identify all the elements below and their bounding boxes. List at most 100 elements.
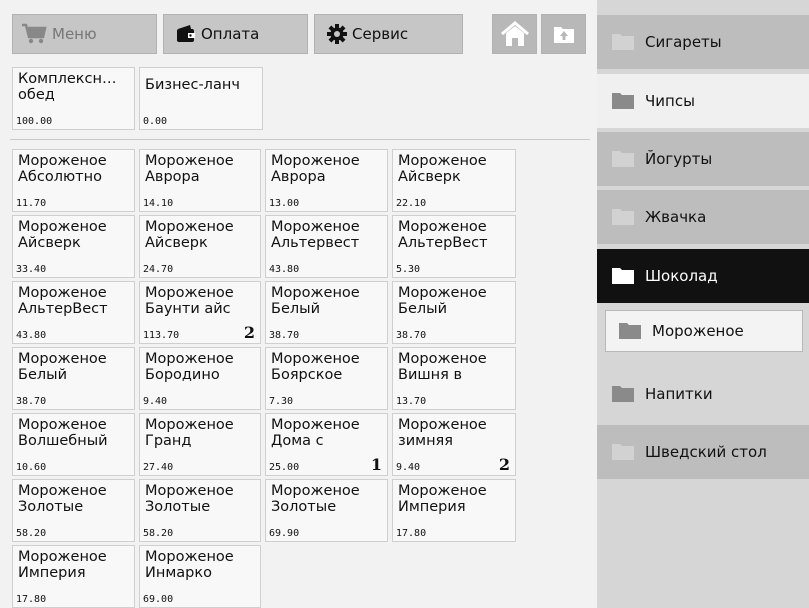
- tile-price: 38.70: [396, 330, 427, 341]
- product-tile[interactable]: Мороженое Белый 38.70: [392, 281, 516, 344]
- category-sidebar: Сигареты Чипсы Йогурты Жвачка Шоколад Морожен…: [597, 0, 809, 608]
- tile-price: 0.00: [143, 116, 168, 127]
- tile-quantity-badge: 2: [243, 323, 255, 342]
- category-label: Шоколад: [645, 267, 718, 285]
- tile-name-line2: Белый: [18, 367, 68, 383]
- product-tile[interactable]: Мороженое Гранд 27.40: [139, 413, 261, 476]
- tile-name-line2: Империя: [398, 499, 466, 515]
- tile-name-line2: Боярское: [271, 367, 343, 383]
- tile-name-line2: Золотые: [18, 499, 84, 515]
- tile-name-line1: Мороженое: [398, 417, 487, 433]
- folder-icon: [611, 385, 635, 403]
- product-tile[interactable]: Мороженое Айсверк 24.70: [139, 215, 261, 278]
- tile-name-line2: Бородино: [145, 367, 220, 383]
- category-label: Шведский стол: [645, 443, 767, 461]
- product-tile[interactable]: Мороженое Баунти айс 113.70 2: [139, 281, 261, 344]
- pay-button[interactable]: Оплата: [163, 14, 308, 54]
- tile-name-line2: Баунти айс: [145, 301, 231, 317]
- tile-name-line1: Мороженое: [271, 219, 360, 235]
- tile-price: 33.40: [16, 264, 47, 275]
- product-tile[interactable]: Мороженое зимняя 9.40 2: [392, 413, 516, 476]
- tile-name-line1: Мороженое: [271, 285, 360, 301]
- tile-price: 9.40: [396, 462, 421, 473]
- product-tile[interactable]: Мороженое Абсолютно 11.70: [12, 149, 135, 212]
- product-tile[interactable]: Мороженое Вишня в 13.70: [392, 347, 516, 410]
- pay-button-label: Оплата: [201, 25, 260, 43]
- gear-icon: [327, 24, 347, 44]
- tile-name-line1: Мороженое: [18, 351, 107, 367]
- tile-price: 69.90: [269, 528, 300, 539]
- tile-quantity-badge: 1: [370, 455, 382, 474]
- product-tile[interactable]: Мороженое Империя 17.80: [392, 479, 516, 542]
- product-tile[interactable]: Мороженое Белый 38.70: [265, 281, 388, 344]
- service-button[interactable]: Сервис: [314, 14, 463, 54]
- folder-up-button[interactable]: [541, 14, 586, 54]
- combo-tile[interactable]: Бизнес-ланч 0.00: [139, 67, 263, 130]
- category-label: Чипсы: [645, 92, 695, 110]
- tile-price: 43.80: [16, 330, 47, 341]
- tile-name-line2: Аврора: [145, 169, 200, 185]
- home-icon: [500, 21, 530, 47]
- product-tile[interactable]: Мороженое Золотые 69.90: [265, 479, 388, 542]
- product-tile[interactable]: Мороженое Бородино 9.40: [139, 347, 261, 410]
- tile-name-line2: Империя: [18, 565, 86, 581]
- tile-name-line2: зимняя: [398, 433, 453, 449]
- category-label: Йогурты: [645, 150, 713, 168]
- category-item[interactable]: Чипсы: [597, 74, 809, 128]
- tile-name-line2: Вишня в: [398, 367, 462, 383]
- product-tile[interactable]: Мороженое Инмарко 69.00: [139, 545, 261, 608]
- folder-icon: [611, 443, 635, 461]
- product-tile[interactable]: Мороженое Золотые 58.20: [12, 479, 135, 542]
- product-tile[interactable]: Мороженое АльтерВест 5.30: [392, 215, 516, 278]
- tile-name-line1: Мороженое: [398, 219, 487, 235]
- tile-name-line1: Комплексн…: [18, 71, 117, 87]
- product-tile[interactable]: Мороженое Боярское 7.30: [265, 347, 388, 410]
- category-item[interactable]: Шведский стол: [597, 425, 809, 479]
- folder-icon: [618, 322, 642, 340]
- tile-price: 38.70: [16, 396, 47, 407]
- product-tile[interactable]: Мороженое Аврора 14.10: [139, 149, 261, 212]
- product-tile[interactable]: Мороженое Золотые 58.20: [139, 479, 261, 542]
- product-tile[interactable]: Мороженое Айсверк 33.40: [12, 215, 135, 278]
- category-item[interactable]: Сигареты: [597, 15, 809, 69]
- service-button-label: Сервис: [352, 25, 409, 43]
- combo-tile[interactable]: Комплексн… обед 100.00: [12, 67, 135, 130]
- tile-price: 43.80: [269, 264, 300, 275]
- category-item[interactable]: Йогурты: [597, 132, 809, 186]
- tile-price: 10.60: [16, 462, 47, 473]
- category-item[interactable]: Мороженое: [605, 310, 803, 352]
- category-item[interactable]: Напитки: [597, 367, 809, 421]
- tile-price: 38.70: [269, 330, 300, 341]
- tile-price: 5.30: [396, 264, 421, 275]
- category-item[interactable]: Жвачка: [597, 190, 809, 244]
- tile-name-line2: Золотые: [271, 499, 337, 515]
- tile-name-line2: Белый: [398, 301, 448, 317]
- tile-price: 27.40: [143, 462, 174, 473]
- tile-name-line1: Мороженое: [18, 285, 107, 301]
- product-tile[interactable]: Мороженое Дома с 25.00 1: [265, 413, 388, 476]
- tile-name-line2: Дома с: [271, 433, 324, 449]
- product-tile[interactable]: Мороженое Волшебный 10.60: [12, 413, 135, 476]
- tile-price: 69.00: [143, 594, 174, 605]
- tile-name-line1: Мороженое: [271, 483, 360, 499]
- product-tile[interactable]: Мороженое Альтервест 43.80: [265, 215, 388, 278]
- category-label: Жвачка: [645, 208, 707, 226]
- tile-name-line2: Инмарко: [145, 565, 212, 581]
- product-tile[interactable]: Мороженое Империя 17.80: [12, 545, 135, 608]
- menu-button[interactable]: Меню: [12, 14, 157, 54]
- tile-name-line2: Альтервест: [271, 235, 360, 251]
- tile-price: 9.40: [143, 396, 168, 407]
- product-tile[interactable]: Мороженое АльтерВест 43.80: [12, 281, 135, 344]
- tile-price: 13.70: [396, 396, 427, 407]
- tile-price: 100.00: [16, 116, 53, 127]
- tile-name-line2: Белый: [271, 301, 321, 317]
- home-button[interactable]: [492, 14, 537, 54]
- category-label: Сигареты: [645, 33, 722, 51]
- category-item[interactable]: Шоколад: [597, 249, 809, 303]
- product-tile[interactable]: Мороженое Белый 38.70: [12, 347, 135, 410]
- divider: [10, 139, 590, 140]
- product-tile[interactable]: Мороженое Аврора 13.00: [265, 149, 388, 212]
- tile-price: 58.20: [16, 528, 47, 539]
- product-tile[interactable]: Мороженое Айсверк 22.10: [392, 149, 516, 212]
- tile-name-line2: АльтерВест: [18, 301, 108, 317]
